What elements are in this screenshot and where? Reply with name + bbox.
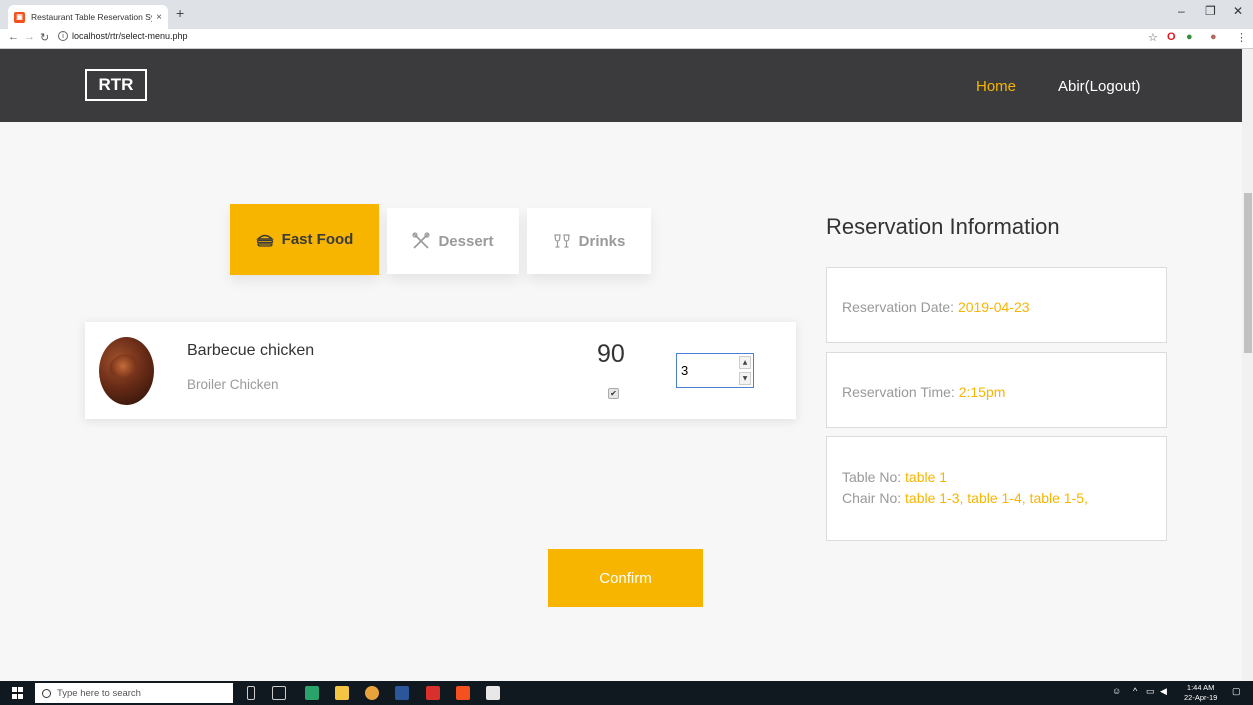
- browser-tab[interactable]: ▣ Restaurant Table Reservation Sys: ×: [8, 5, 168, 29]
- opera-extension-icon[interactable]: O: [1167, 31, 1176, 43]
- reservation-date-label: Reservation Date:: [842, 299, 958, 315]
- extension-icon[interactable]: ●: [1186, 31, 1193, 43]
- menu-item-price: 90: [597, 340, 625, 368]
- chair-no-value: table 1-3, table 1-4, table 1-5,: [905, 490, 1088, 506]
- reservation-time-box: Reservation Time: 2:15pm: [826, 352, 1167, 428]
- table-no-line: Table No: table 1: [842, 467, 1166, 488]
- photos-app-icon[interactable]: [305, 686, 319, 700]
- menu-item-card: Barbecue chicken Broiler Chicken 90 ✔ ▲ …: [85, 322, 796, 419]
- tab-fast-food-label: Fast Food: [281, 231, 354, 248]
- word-icon[interactable]: [395, 686, 409, 700]
- site-logo[interactable]: RTR: [85, 69, 147, 101]
- decrement-arrow-icon[interactable]: ▼: [739, 372, 751, 385]
- tab-dessert[interactable]: Dessert: [387, 208, 519, 274]
- browser-tab-title: Restaurant Table Reservation Sys:: [31, 12, 153, 22]
- increment-arrow-icon[interactable]: ▲: [739, 356, 751, 369]
- maximize-icon[interactable]: ❐: [1205, 4, 1216, 18]
- reservation-date-box: Reservation Date: 2019-04-23: [826, 267, 1167, 343]
- cheers-icon: [553, 234, 570, 248]
- task-view-icon[interactable]: [272, 686, 286, 700]
- url-text: localhost/rtr/select-menu.php: [72, 31, 188, 41]
- table-no-value: table 1: [905, 469, 948, 485]
- taskbar-search-placeholder: Type here to search: [57, 687, 141, 699]
- taskbar-clock[interactable]: 1:44 AM 22-Apr-19: [1184, 683, 1217, 703]
- table-no-label: Table No:: [842, 469, 906, 485]
- back-arrow-icon[interactable]: ←: [8, 31, 19, 43]
- site-navbar: RTR Home Abir(Logout): [0, 49, 1242, 122]
- menu-item-checkbox[interactable]: ✔: [608, 388, 619, 399]
- site-favicon-icon: ▣: [14, 11, 25, 23]
- windows-taskbar: Type here to search ☺ ^ ▭ ◀ 1:44 AM 22-A…: [0, 681, 1253, 705]
- tray-chevron-icon[interactable]: ^: [1133, 686, 1137, 696]
- confirm-button[interactable]: Confirm: [548, 549, 703, 607]
- new-tab-button[interactable]: +: [176, 5, 184, 21]
- reservation-date-value: 2019-04-23: [957, 299, 1030, 315]
- page-scrollbar-thumb[interactable]: [1244, 193, 1252, 353]
- cortana-circle-icon: [42, 688, 51, 698]
- utensils-icon: [412, 232, 431, 249]
- forward-arrow-icon[interactable]: →: [24, 31, 35, 43]
- page-scrollbar[interactable]: [1242, 49, 1253, 681]
- volume-icon[interactable]: ◀: [1160, 686, 1167, 697]
- browser-menu-icon[interactable]: ⋮: [1236, 31, 1247, 44]
- browser-tabbar: ▣ Restaurant Table Reservation Sys: × + …: [0, 0, 1253, 29]
- chrome-icon[interactable]: [365, 686, 379, 700]
- profile-avatar-icon[interactable]: ●: [1210, 31, 1217, 43]
- menu-item-name: Barbecue chicken: [187, 342, 315, 359]
- info-icon[interactable]: i: [58, 31, 68, 41]
- nav-link-home[interactable]: Home: [976, 78, 1016, 95]
- microphone-icon[interactable]: [247, 686, 255, 700]
- burger-icon: [255, 234, 274, 247]
- minimize-icon[interactable]: –: [1178, 4, 1185, 18]
- tab-drinks-label: Drinks: [578, 232, 626, 250]
- file-explorer-icon[interactable]: [335, 686, 349, 700]
- reservation-time-value: 2:15pm: [958, 384, 1006, 400]
- browser-address-bar: ← → ↻ i localhost/rtr/select-menu.php ☆ …: [0, 29, 1253, 49]
- clock-date: 22-Apr-19: [1184, 693, 1218, 702]
- reservation-table-box: Table No: table 1 Chair No: table 1-3, t…: [826, 436, 1167, 541]
- acrobat-icon[interactable]: [426, 686, 440, 700]
- close-tab-icon[interactable]: ×: [156, 12, 162, 23]
- quantity-stepper[interactable]: ▲ ▼: [739, 356, 751, 385]
- windows-start-icon[interactable]: [12, 687, 24, 699]
- network-icon[interactable]: ▭: [1146, 686, 1155, 697]
- bookmark-star-icon[interactable]: ☆: [1148, 31, 1158, 44]
- tab-dessert-label: Dessert: [438, 232, 494, 250]
- reservation-title: Reservation Information: [826, 214, 1060, 239]
- menu-item-image: [99, 337, 154, 405]
- reload-icon[interactable]: ↻: [40, 31, 49, 44]
- xampp-icon[interactable]: [456, 686, 470, 700]
- reservation-time-label: Reservation Time:: [842, 384, 959, 400]
- chair-no-line: Chair No: table 1-3, table 1-4, table 1-…: [842, 488, 1166, 509]
- people-icon[interactable]: ☺: [1112, 686, 1121, 696]
- menu-item-category: Broiler Chicken: [187, 377, 279, 392]
- clock-time: 1:44 AM: [1186, 683, 1215, 692]
- tab-drinks[interactable]: Drinks: [527, 208, 651, 274]
- close-window-icon[interactable]: ✕: [1233, 4, 1243, 18]
- taskbar-search-box[interactable]: Type here to search: [35, 683, 233, 703]
- url-field[interactable]: i localhost/rtr/select-menu.php: [58, 31, 188, 41]
- nav-link-logout[interactable]: Abir(Logout): [1058, 78, 1141, 95]
- tab-fast-food[interactable]: Fast Food: [230, 204, 379, 275]
- chair-no-label: Chair No:: [842, 490, 906, 506]
- notification-icon[interactable]: ▢: [1232, 686, 1241, 697]
- image-viewer-icon[interactable]: [486, 686, 500, 700]
